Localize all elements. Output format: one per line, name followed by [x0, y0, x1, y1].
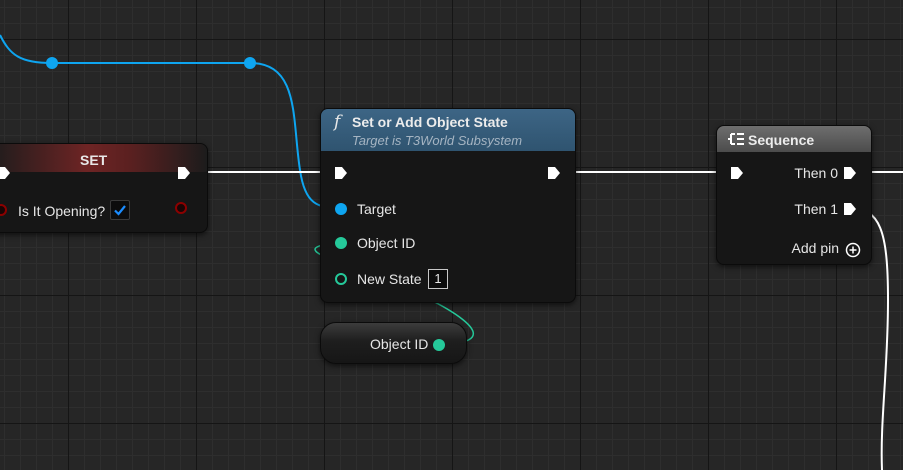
set-node[interactable]: SET Is It Opening? [0, 143, 208, 233]
add-pin-button[interactable]: Add pin [792, 240, 861, 260]
object-id-variable-node[interactable]: Object ID [320, 322, 467, 364]
is-it-opening-checkbox[interactable] [110, 200, 130, 220]
function-node-subtitle: Target is T3World Subsystem [352, 133, 523, 148]
new-state-input-pin[interactable] [335, 273, 347, 285]
add-circle-icon [845, 242, 861, 258]
object-id-label: Object ID [357, 235, 416, 251]
add-pin-label: Add pin [791, 240, 839, 256]
set-node-title: SET [80, 152, 108, 168]
reroute-node[interactable] [244, 57, 256, 69]
new-state-label: New State [357, 271, 422, 287]
set-or-add-object-state-node[interactable]: f Set or Add Object State Target is T3Wo… [320, 108, 576, 303]
sequence-icon [728, 133, 744, 145]
is-it-opening-label: Is It Opening? [18, 203, 106, 219]
set-node-header[interactable]: SET [0, 144, 207, 172]
function-icon: f [334, 112, 341, 132]
exec-in-pin[interactable] [334, 166, 348, 180]
then-0-label: Then 0 [794, 165, 838, 181]
is-it-opening-output-pin[interactable] [175, 202, 187, 214]
function-node-title: Set or Add Object State [352, 114, 508, 130]
sequence-node-title: Sequence [748, 132, 815, 148]
exec-out-pin[interactable] [177, 166, 191, 180]
then-0-output-pin[interactable] [843, 166, 857, 180]
exec-in-pin[interactable] [0, 166, 11, 180]
target-label: Target [357, 201, 396, 217]
object-id-input-pin[interactable] [335, 237, 347, 249]
target-input-pin[interactable] [335, 203, 347, 215]
exec-out-pin[interactable] [547, 166, 561, 180]
object-id-output-pin[interactable] [433, 339, 445, 351]
reroute-node[interactable] [46, 57, 58, 69]
check-icon [114, 205, 126, 216]
sequence-node-header[interactable]: Sequence [717, 126, 871, 152]
sequence-node[interactable]: Sequence Then 0 Then 1 Add pin [716, 125, 872, 265]
then-1-output-pin[interactable] [843, 202, 857, 216]
function-node-header[interactable]: f Set or Add Object State Target is T3Wo… [321, 109, 575, 151]
exec-in-pin[interactable] [730, 166, 744, 180]
then-1-label: Then 1 [794, 201, 838, 217]
object-id-variable-label: Object ID [370, 336, 429, 352]
is-it-opening-input-pin[interactable] [0, 204, 7, 216]
new-state-value: 1 [434, 271, 442, 286]
new-state-value-field[interactable]: 1 [428, 269, 448, 289]
